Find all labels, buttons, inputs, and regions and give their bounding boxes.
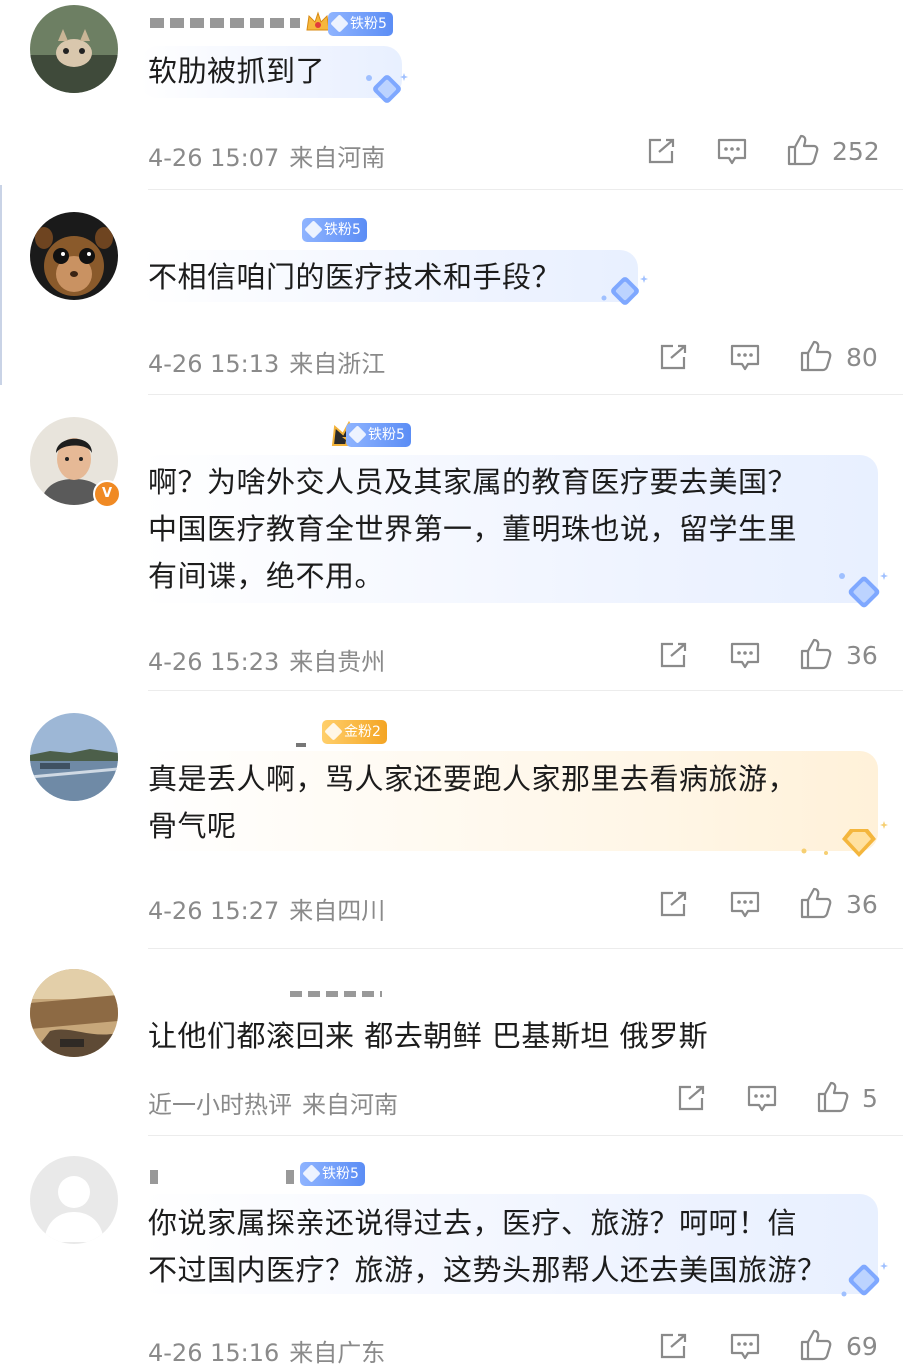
timestamp: 4-26 15:27 <box>148 897 280 925</box>
thumbs-up-icon[interactable] <box>799 886 833 920</box>
comment-icon[interactable] <box>716 137 748 167</box>
comment-text: 软肋被抓到了 <box>148 54 326 88</box>
username-cut[interactable] <box>290 991 382 997</box>
diamond-deco-icon <box>841 1262 888 1297</box>
comment-meta: 4-26 15:07 来自河南 <box>148 138 395 173</box>
fan-badge[interactable]: 铁粉5 <box>328 12 393 36</box>
location: 来自浙江 <box>289 350 386 378</box>
fan-badge[interactable]: 铁粉5 <box>300 1162 365 1186</box>
comment-item: 铁粉5 不相信咱门的医疗技术和手段？ 4-26 15:13 来自浙江 80 <box>0 190 903 395</box>
like-count: 36 <box>846 890 878 919</box>
comment-meta: 4-26 15:16 来自广东 <box>148 1333 395 1368</box>
gem-icon <box>304 220 323 239</box>
share-icon[interactable] <box>658 1332 688 1360</box>
thumbs-up-icon[interactable] <box>786 133 820 167</box>
like-count: 252 <box>832 137 880 166</box>
thumbs-up-icon[interactable] <box>799 339 833 373</box>
comment-item: 金粉2 真是丢人啊，骂人家还要跑人家那里去看病旅游， 骨气呢 4-26 15:2… <box>0 691 903 949</box>
share-icon[interactable] <box>658 641 688 669</box>
comment-meta: 4-26 15:13 来自浙江 <box>148 344 395 379</box>
comment-text-line: 中国医疗教育全世界第一，董明珠也说，留学生里 <box>148 512 798 546</box>
location: 来自贵州 <box>289 648 386 676</box>
location: 来自河南 <box>289 144 386 172</box>
comment-text-line: 真是丢人啊，骂人家还要跑人家那里去看病旅游， <box>148 762 798 796</box>
username-cut[interactable] <box>286 1170 294 1184</box>
comment-text-line: 你说家属探亲还说得过去，医疗、旅游？呵呵！信 <box>148 1206 798 1240</box>
share-icon[interactable] <box>646 137 676 165</box>
timestamp: 4-26 15:23 <box>148 648 280 676</box>
username-cut[interactable] <box>150 1170 158 1184</box>
username-cut[interactable] <box>296 743 306 747</box>
location: 来自河南 <box>302 1091 398 1119</box>
thumbs-up-icon[interactable] <box>816 1080 850 1114</box>
diamond-deco-icon <box>601 275 648 305</box>
avatar[interactable] <box>30 212 118 300</box>
share-icon[interactable] <box>658 343 688 371</box>
comment-item: 铁粉5 软肋被抓到了 4-26 15:07 来自河南 252 <box>0 0 903 190</box>
comment-icon[interactable] <box>729 890 761 920</box>
avatar[interactable] <box>30 969 118 1057</box>
comment-item: 铁粉5 你说家属探亲还说得过去，医疗、旅游？呵呵！信 不过国内医疗？旅游，这势头… <box>0 1136 903 1368</box>
comment-item: V 铁粉5 啊？为啥外交人员及其家属的教育医疗要去美国？ 中国医疗教育全世界第一… <box>0 395 903 691</box>
thumbs-up-icon[interactable] <box>799 1328 833 1362</box>
verified-badge: V <box>93 480 121 508</box>
comment-text: 真是丢人啊，骂人家还要跑人家那里去看病旅游， 骨气呢 <box>148 756 797 850</box>
timestamp: 近一小时热评 <box>148 1091 292 1119</box>
timestamp: 4-26 15:07 <box>148 144 280 172</box>
like-count: 5 <box>862 1084 878 1113</box>
gem-icon <box>348 425 367 444</box>
comment-text-line: 啊？为啥外交人员及其家属的教育医疗要去美国？ <box>148 465 798 499</box>
fan-badge[interactable]: 金粉2 <box>322 720 387 744</box>
comment-text: 你说家属探亲还说得过去，医疗、旅游？呵呵！信 不过国内医疗？旅游，这势头那帮人还… <box>148 1200 827 1294</box>
comment-meta: 4-26 15:23 来自贵州 <box>148 642 395 677</box>
diamond-deco-icon <box>366 73 408 103</box>
comment-text: 不相信咱门的医疗技术和手段？ <box>148 260 562 294</box>
comment-icon[interactable] <box>729 343 761 373</box>
fan-badge[interactable]: 铁粉5 <box>302 218 367 242</box>
fan-badge[interactable]: 铁粉5 <box>346 423 411 447</box>
timestamp: 4-26 15:16 <box>148 1339 280 1367</box>
like-count: 80 <box>846 343 878 372</box>
comment-icon[interactable] <box>729 1332 761 1362</box>
avatar[interactable] <box>30 1156 118 1244</box>
location: 来自广东 <box>289 1339 386 1367</box>
avatar[interactable] <box>30 713 118 801</box>
gold-diamond-deco-icon <box>801 821 888 857</box>
comment-icon[interactable] <box>729 641 761 671</box>
comment-text: 啊？为啥外交人员及其家属的教育医疗要去美国？ 中国医疗教育全世界第一，董明珠也说… <box>148 459 797 600</box>
comment-text-line: 不过国内医疗？旅游，这势头那帮人还去美国旅游？ <box>148 1253 827 1287</box>
avatar[interactable] <box>30 5 118 93</box>
comment-meta: 4-26 15:27 来自四川 <box>148 891 395 926</box>
like-count: 36 <box>846 641 878 670</box>
like-count: 69 <box>846 1332 878 1361</box>
username-cut[interactable] <box>150 18 300 28</box>
gem-icon <box>324 722 343 741</box>
share-icon[interactable] <box>658 890 688 918</box>
timestamp: 4-26 15:13 <box>148 350 280 378</box>
comment-text: 让他们都滚回来 都去朝鲜 巴基斯坦 俄罗斯 <box>148 1019 709 1053</box>
comment-icon[interactable] <box>746 1084 778 1114</box>
location: 来自四川 <box>289 897 386 925</box>
share-icon[interactable] <box>676 1084 706 1112</box>
comment-meta: 近一小时热评 来自河南 <box>148 1085 408 1120</box>
diamond-deco-icon <box>839 572 888 608</box>
gem-icon <box>330 14 349 33</box>
comment-text-line: 骨气呢 <box>148 809 237 843</box>
gem-icon <box>302 1164 321 1183</box>
comment-item: 让他们都滚回来 都去朝鲜 巴基斯坦 俄罗斯 近一小时热评 来自河南 5 <box>0 949 903 1136</box>
comment-text-line: 有间谍，绝不用。 <box>148 559 385 593</box>
thumbs-up-icon[interactable] <box>799 637 833 671</box>
